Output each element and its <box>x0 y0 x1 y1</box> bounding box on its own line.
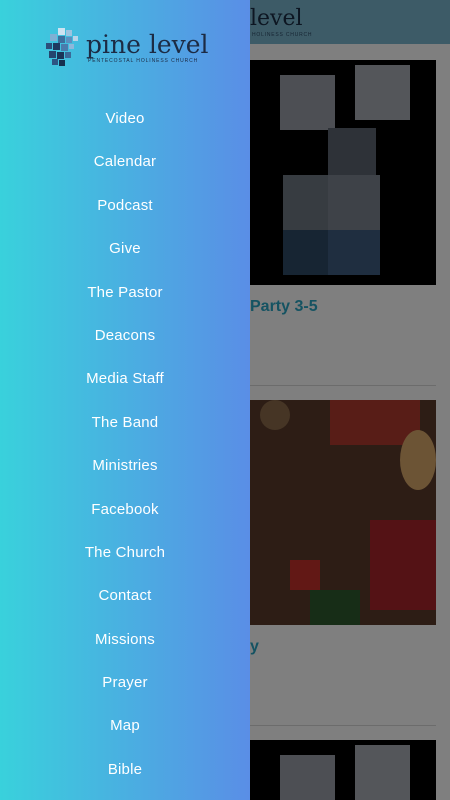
menu-item-deacons[interactable]: Deacons <box>0 314 250 357</box>
menu-item-missions[interactable]: Missions <box>0 618 250 661</box>
church-tagline: PENTECOSTAL HOLINESS CHURCH <box>88 58 199 64</box>
menu-item-give[interactable]: Give <box>0 227 250 270</box>
menu-item-prayer[interactable]: Prayer <box>0 661 250 704</box>
menu-item-bible[interactable]: Bible <box>0 748 250 791</box>
menu-item-map[interactable]: Map <box>0 704 250 747</box>
logo-mark-icon <box>46 28 78 66</box>
menu-item-video[interactable]: Video <box>0 97 250 140</box>
navigation-drawer: pine level PENTECOSTAL HOLINESS CHURCH V… <box>0 0 250 800</box>
menu-item-the-church[interactable]: The Church <box>0 531 250 574</box>
menu-item-podcast[interactable]: Podcast <box>0 184 250 227</box>
menu-item-ministries[interactable]: Ministries <box>0 444 250 487</box>
menu-item-contact[interactable]: Contact <box>0 574 250 617</box>
menu-item-facebook[interactable]: Facebook <box>0 488 250 531</box>
church-name: pine level <box>86 30 209 59</box>
menu-item-the-band[interactable]: The Band <box>0 401 250 444</box>
church-logo: pine level PENTECOSTAL HOLINESS CHURCH <box>46 28 216 70</box>
menu-item-calendar[interactable]: Calendar <box>0 140 250 183</box>
menu-item-the-pastor[interactable]: The Pastor <box>0 271 250 314</box>
drawer-menu: Video Calendar Podcast Give The Pastor D… <box>0 97 250 791</box>
menu-item-media-staff[interactable]: Media Staff <box>0 357 250 400</box>
